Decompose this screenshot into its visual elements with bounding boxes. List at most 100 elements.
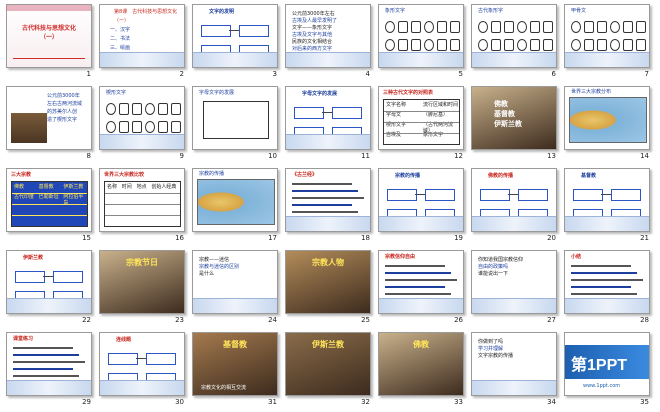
- slide-thumbnail[interactable]: 世界三大宗教分布: [564, 86, 650, 150]
- slide-text-line: 谁能说出一下: [478, 271, 509, 277]
- slide-cell: 你做到了吗 学习并理解 文字宗教的传播 34: [470, 330, 564, 412]
- slide-thumbnail[interactable]: 伊斯兰教: [6, 250, 92, 314]
- slide-text-line: 公元前3000年: [47, 93, 80, 99]
- slide-thumbnail[interactable]: 字母文字的发展: [192, 86, 278, 150]
- slide-thumbnail[interactable]: 基督教: [564, 168, 650, 232]
- slide-number: 29: [82, 398, 91, 406]
- glyph-mark: [385, 21, 395, 33]
- table: 文字名称 流行区域和时间 字母文 （腓尼基） 楔形文字 （古代两河流域） 古埃及 象形文字: [383, 99, 460, 145]
- slide-thumbnail[interactable]: 小结: [564, 250, 650, 314]
- slide-thumbnail[interactable]: 你做到了吗 学习并理解 文字宗教的传播: [471, 332, 557, 396]
- slide-title: 宗教的传播: [395, 173, 421, 179]
- slide-text-line: 佛教: [494, 100, 508, 108]
- slide-thumbnail[interactable]: 伊斯兰教: [285, 332, 371, 396]
- slide-footer-band: [193, 52, 277, 67]
- slide-number: 5: [458, 70, 463, 78]
- glyph-mark: [571, 39, 581, 51]
- slide-title: 楔形文字: [106, 90, 127, 96]
- slide-cell: 象形文字 5: [377, 2, 471, 84]
- slide-title: 象形文字: [385, 8, 406, 14]
- slide-thumbnail[interactable]: 第1PPT www.1ppt.com: [564, 332, 650, 396]
- slide-thumbnail[interactable]: 古代象形字: [471, 4, 557, 68]
- slide-footer-band: [7, 298, 91, 313]
- slide-cell: 第1PPT www.1ppt.com 35: [563, 330, 657, 412]
- slide-thumbnail[interactable]: 宗教的传播: [378, 168, 464, 232]
- slide-thumbnail[interactable]: 宗教——迷信 宗教与迷信的区别 是什么: [192, 250, 278, 314]
- slide-thumbnail[interactable]: 世界三大宗教比较 名称 时间 地点 创始人 经典: [99, 168, 185, 232]
- glyph-mark: [398, 21, 408, 33]
- slide-thumbnail[interactable]: 宗教信仰自由: [378, 250, 464, 314]
- glyph-mark: [158, 103, 168, 115]
- slide-thumbnail[interactable]: 宗教人物: [285, 250, 371, 314]
- slide-number: 15: [82, 234, 91, 242]
- world-map: [197, 179, 275, 225]
- slide-number: 17: [268, 234, 277, 242]
- slide-title: 佛教: [413, 340, 429, 349]
- text-line-placeholder: [13, 354, 79, 356]
- slide-title: 小结: [571, 254, 582, 260]
- slide-number: 16: [175, 234, 184, 242]
- glyph-mark: [597, 39, 607, 51]
- slide-thumbnail[interactable]: 甲骨文: [564, 4, 650, 68]
- slide-number: 23: [175, 316, 184, 324]
- slide-cell: 三种古代文字的对照表 文字名称 流行区域和时间 字母文 （腓尼基） 楔形文字 （古代两河流域…: [377, 84, 471, 166]
- table-cell: 古代印度: [14, 194, 35, 200]
- slide-thumbnail[interactable]: 公元前3000年左右 古埃及人最早发明了 文字——象形文字 古埃及文字与其他 民族的文化…: [285, 4, 371, 68]
- text-line-placeholder: [385, 279, 457, 281]
- glyph-mark: [491, 21, 501, 33]
- slide-footer-band: [193, 298, 277, 313]
- glyph-mark: [411, 21, 421, 33]
- slide-thumbnail[interactable]: 佛教: [378, 332, 464, 396]
- slide-title: 《古兰经》: [292, 172, 318, 178]
- slide-number: 4: [365, 70, 370, 78]
- slide-footer-band: [565, 216, 649, 231]
- slide-thumbnail[interactable]: 象形文字: [378, 4, 464, 68]
- outline-line: （一）: [114, 18, 130, 24]
- slide-footer-band: [7, 380, 91, 395]
- slide-thumbnail[interactable]: 公元前3000年 左右古两河流域 的苏美尔人创 造了楔形文字: [6, 86, 92, 150]
- diagram-node: [518, 189, 548, 201]
- slide-thumbnail[interactable]: 宗教节日: [99, 250, 185, 314]
- table-rule: [12, 215, 87, 216]
- glyph-mark: [411, 39, 421, 51]
- slide-thumbnail[interactable]: 你知道我国宗教信仰 自由的政策吗 谁能说出一下: [471, 250, 557, 314]
- slide-number: 32: [361, 398, 370, 406]
- slide-thumbnail[interactable]: 佛教的传播: [471, 168, 557, 232]
- table-cell: 地点: [136, 184, 147, 190]
- diagram-node: [294, 107, 324, 119]
- slide-subtitle: （一）: [39, 34, 58, 41]
- text-line-placeholder: [571, 293, 637, 295]
- slide-thumbnail[interactable]: 《古兰经》: [285, 168, 371, 232]
- slide-cell: 字母文字的发展 10: [191, 84, 285, 166]
- slide-thumbnail[interactable]: 佛教 基督教 伊斯兰教: [471, 86, 557, 150]
- slide-thumbnail[interactable]: 楔形文字: [99, 86, 185, 150]
- slide-footer-band: [472, 380, 556, 395]
- glyph-mark: [504, 39, 514, 51]
- slide-footer-band: [286, 216, 370, 231]
- slide-thumbnail[interactable]: 第8课 古代科技与思想文化（一）一、汉字二、书法三、绘画四、文学: [99, 4, 185, 68]
- slide-thumbnail[interactable]: 三大宗教 佛教 基督教 伊斯兰教 古代印度 巴勒斯坦 阿拉伯半岛: [6, 168, 92, 232]
- slide-text-line: 古埃及文字与其他: [292, 32, 333, 38]
- slide-text-line: 是什么: [199, 271, 215, 277]
- slide-thumbnail[interactable]: 字母文字的发展: [285, 86, 371, 150]
- slide-thumbnail[interactable]: 课堂练习: [6, 332, 92, 396]
- table: 名称 时间 地点 创始人 经典: [104, 181, 181, 227]
- outline-line: 二、书法: [110, 36, 131, 42]
- slide-thumbnail[interactable]: 宗教的传播: [192, 168, 278, 232]
- slide-number: 10: [268, 152, 277, 160]
- slide-thumbnail[interactable]: 文字的发明: [192, 4, 278, 68]
- slide-number: 14: [640, 152, 649, 160]
- slide-text-line: 左右古两河流域: [47, 101, 83, 107]
- table-cell: 文字名称: [386, 102, 407, 108]
- text-line-placeholder: [385, 272, 451, 274]
- slide-thumbnail[interactable]: 连线题: [99, 332, 185, 396]
- slide-cell: 你知道我国宗教信仰 自由的政策吗 谁能说出一下 27: [470, 248, 564, 330]
- stone-photo: [11, 113, 47, 143]
- slide-text-line: 民族的文化相结合: [292, 39, 333, 45]
- diagram-connector: [415, 194, 425, 195]
- glyph-mark: [106, 121, 116, 133]
- decor-line: [13, 58, 85, 59]
- slide-thumbnail[interactable]: 古代科技与思想文化 （一）: [6, 4, 92, 68]
- slide-thumbnail[interactable]: 基督教 宗教文化的相互交流: [192, 332, 278, 396]
- slide-thumbnail[interactable]: 三种古代文字的对照表 文字名称 流行区域和时间 字母文 （腓尼基） 楔形文字 （古代两河流域…: [378, 86, 464, 150]
